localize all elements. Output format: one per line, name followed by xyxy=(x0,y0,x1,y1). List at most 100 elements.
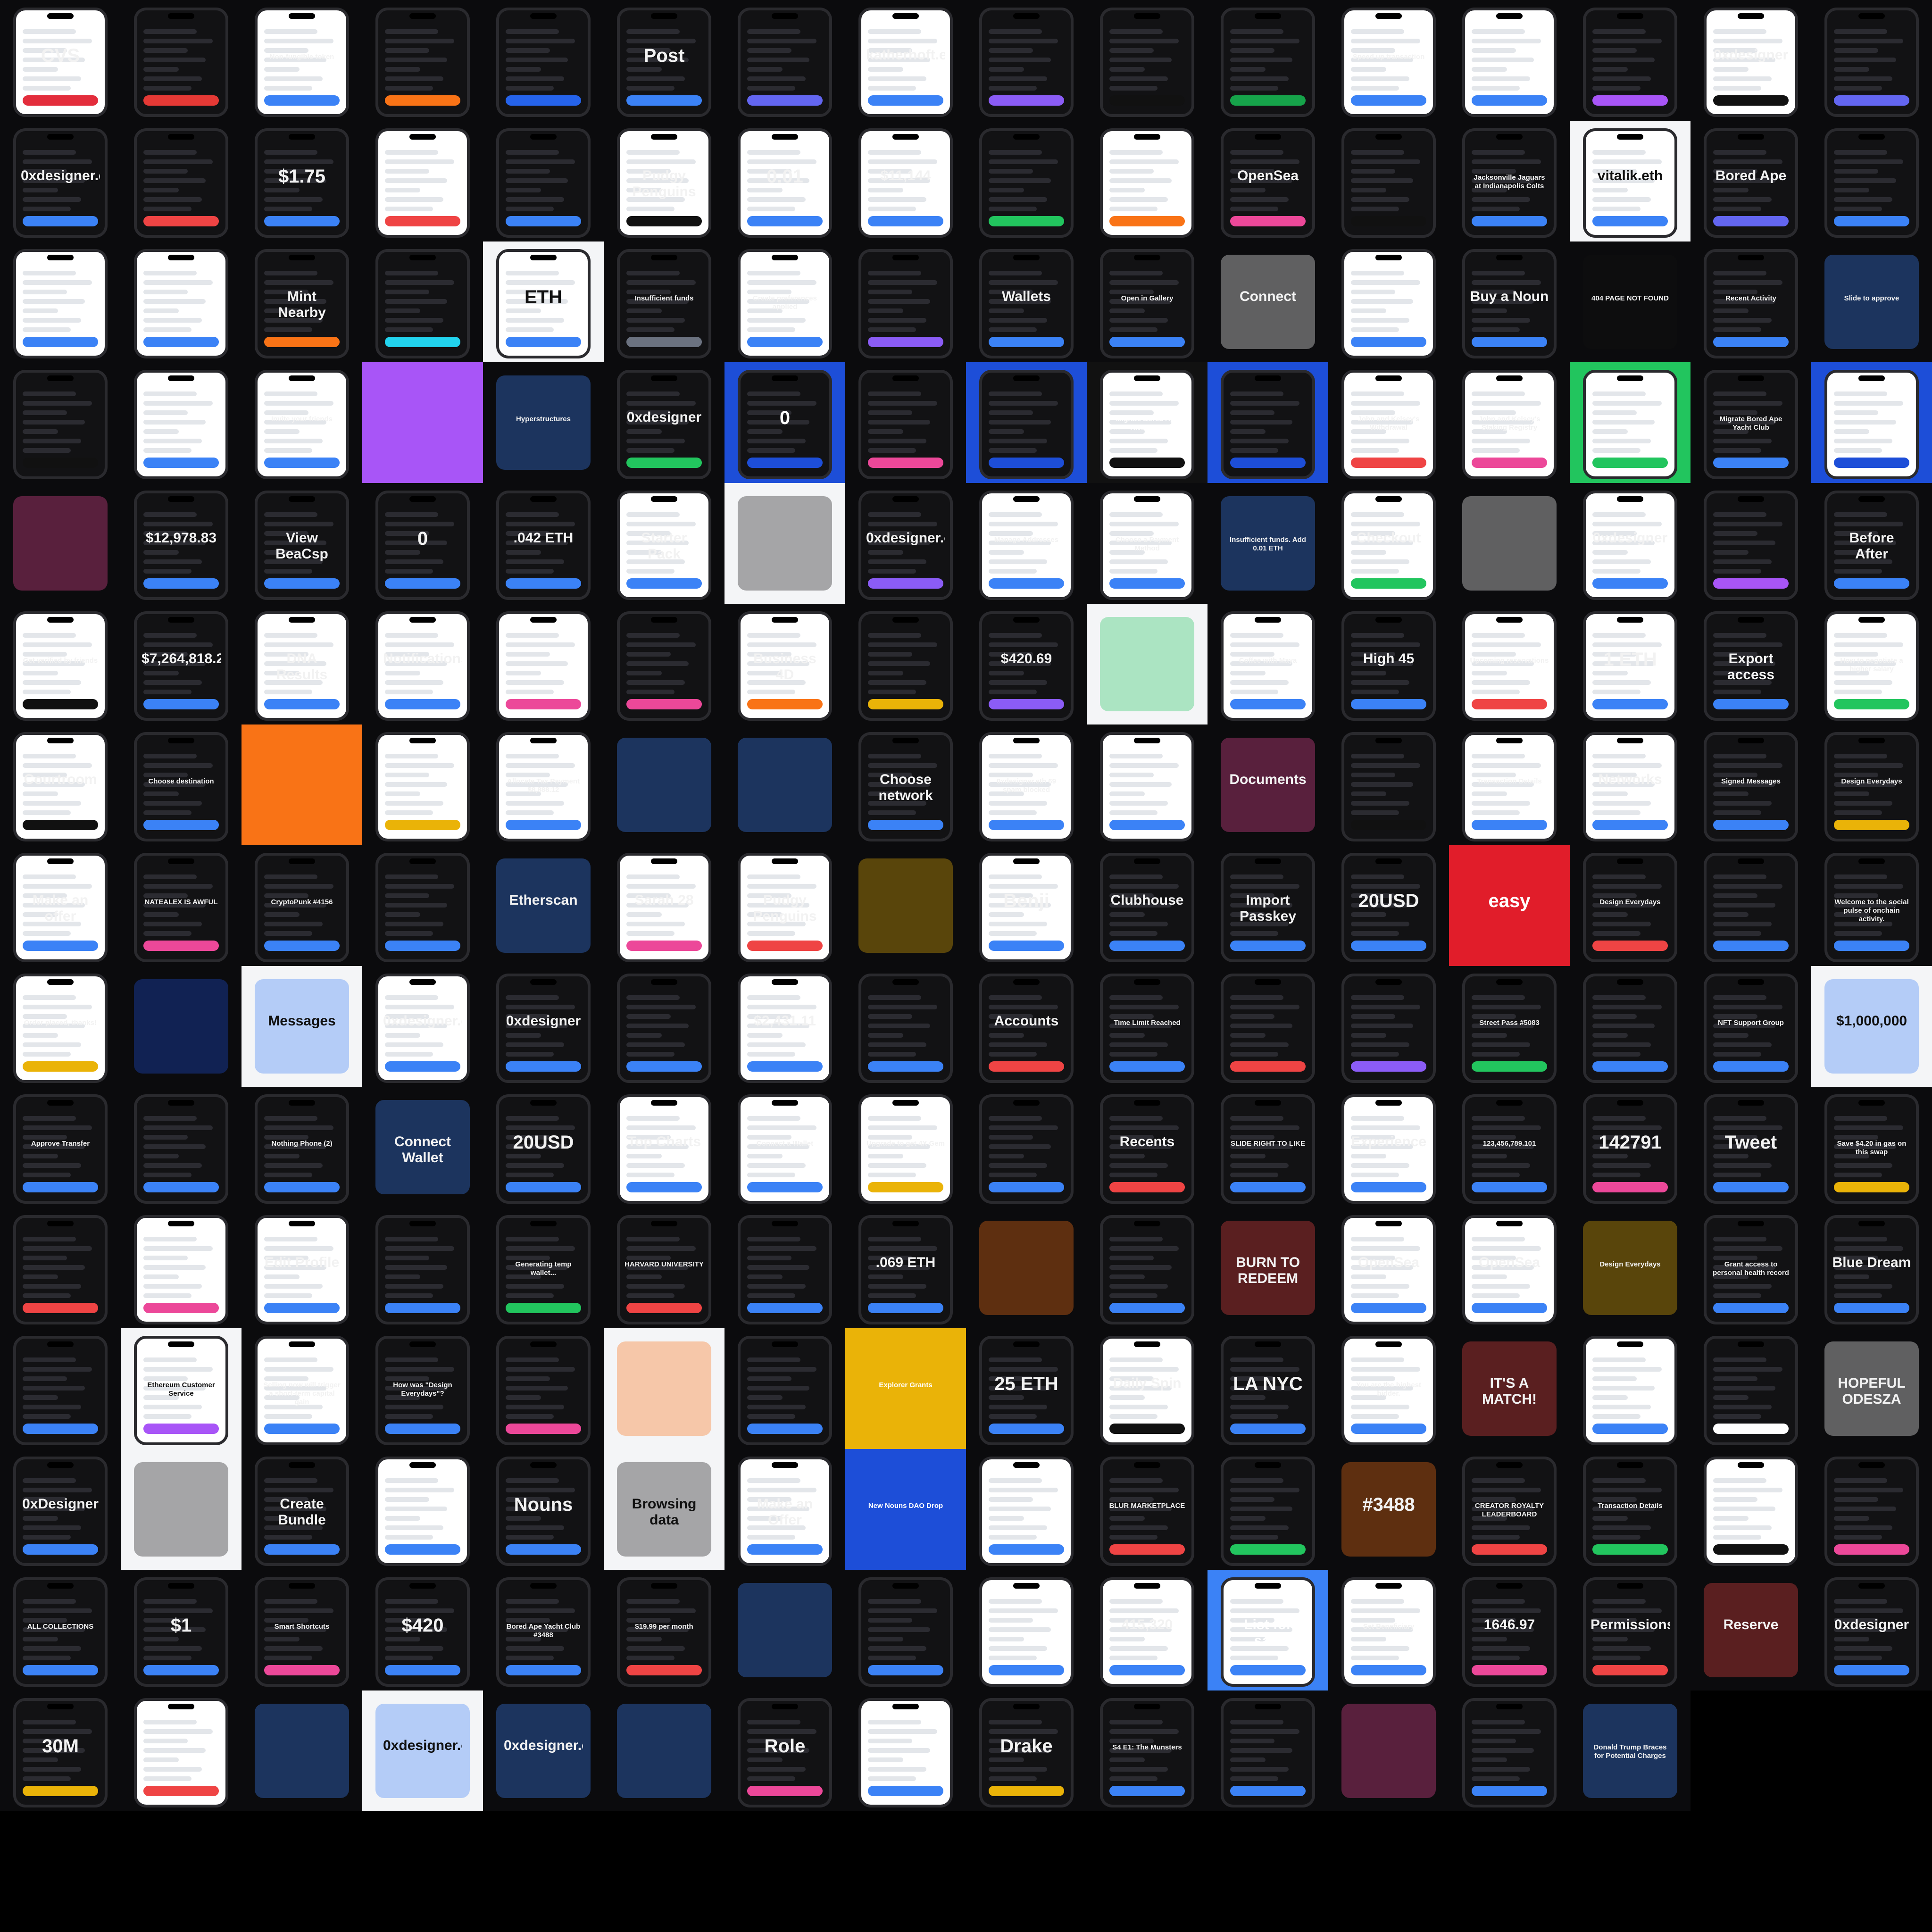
primary-action-button[interactable] xyxy=(989,578,1064,589)
screenshot-thumbnail[interactable]: ALL COLLECTIONS xyxy=(0,1570,121,1690)
screenshot-thumbnail[interactable]: CREATOR ROYALTY LEADERBOARD xyxy=(1449,1449,1570,1570)
screenshot-thumbnail[interactable]: Speed up transaction xyxy=(1328,0,1449,121)
primary-action-button[interactable] xyxy=(1472,1665,1547,1675)
screenshot-thumbnail[interactable] xyxy=(845,1570,966,1690)
screenshot-thumbnail[interactable] xyxy=(724,483,845,604)
screenshot-thumbnail[interactable]: easy xyxy=(1449,845,1570,966)
screenshot-thumbnail[interactable]: 0xDesigner xyxy=(0,1449,121,1570)
primary-action-button[interactable] xyxy=(1109,95,1185,106)
screenshot-thumbnail[interactable] xyxy=(966,1449,1087,1570)
screenshot-thumbnail[interactable]: $1,000,000 xyxy=(1811,966,1932,1087)
primary-action-button[interactable] xyxy=(1592,1665,1668,1675)
primary-action-button[interactable] xyxy=(626,337,702,347)
primary-action-button[interactable] xyxy=(1351,458,1426,468)
screenshot-thumbnail[interactable] xyxy=(1449,1690,1570,1811)
screenshot-thumbnail[interactable]: Ethereum Customer Service xyxy=(121,1328,242,1449)
primary-action-button[interactable] xyxy=(506,1544,581,1555)
screenshot-thumbnail[interactable]: Upgrade to get 4X Gem xyxy=(845,1087,966,1208)
screenshot-thumbnail[interactable]: Business 4D xyxy=(724,604,845,724)
screenshot-thumbnail[interactable]: You are the highest bidder. xyxy=(1328,1328,1449,1449)
screenshot-thumbnail[interactable] xyxy=(1449,483,1570,604)
primary-action-button[interactable] xyxy=(1834,941,1909,951)
screenshot-thumbnail[interactable]: Sarah 28 xyxy=(604,845,724,966)
screenshot-thumbnail[interactable] xyxy=(121,1690,242,1811)
primary-action-button[interactable] xyxy=(1472,1061,1547,1072)
screenshot-thumbnail[interactable]: Before After xyxy=(1811,483,1932,604)
primary-action-button[interactable] xyxy=(385,216,460,226)
screenshot-thumbnail[interactable]: S4 E1: The Munsters xyxy=(1087,1690,1208,1811)
primary-action-button[interactable] xyxy=(385,1061,460,1072)
primary-action-button[interactable] xyxy=(1230,95,1306,106)
screenshot-thumbnail[interactable]: Reserve xyxy=(1690,1570,1811,1690)
primary-action-button[interactable] xyxy=(1592,1061,1668,1072)
screenshot-thumbnail[interactable]: Make an offer xyxy=(0,845,121,966)
screenshot-thumbnail[interactable]: 20USD xyxy=(483,1087,604,1208)
screenshot-thumbnail[interactable] xyxy=(966,1570,1087,1690)
primary-action-button[interactable] xyxy=(1834,1544,1909,1555)
screenshot-thumbnail[interactable]: Hyperstructures xyxy=(483,362,604,483)
screenshot-thumbnail[interactable]: How was "Design Everydays"? xyxy=(362,1328,483,1449)
screenshot-thumbnail[interactable]: Signed Messages xyxy=(1690,724,1811,845)
screenshot-thumbnail[interactable]: Drake xyxy=(966,1690,1087,1811)
screenshot-thumbnail[interactable]: Nouns xyxy=(483,1449,604,1570)
screenshot-thumbnail[interactable]: katherhoft.eth xyxy=(845,0,966,121)
screenshot-thumbnail[interactable]: Manage Addresses xyxy=(966,483,1087,604)
primary-action-button[interactable] xyxy=(506,1303,581,1313)
screenshot-thumbnail[interactable]: ETH xyxy=(483,242,604,362)
primary-action-button[interactable] xyxy=(23,1424,98,1434)
primary-action-button[interactable] xyxy=(1713,699,1789,709)
primary-action-button[interactable] xyxy=(1834,1182,1909,1192)
primary-action-button[interactable] xyxy=(1230,1786,1306,1796)
screenshot-thumbnail[interactable]: List for sale xyxy=(1208,1570,1328,1690)
screenshot-thumbnail[interactable]: $1 xyxy=(121,1570,242,1690)
screenshot-thumbnail[interactable]: 0.01 xyxy=(724,121,845,242)
primary-action-button[interactable] xyxy=(143,1303,219,1313)
screenshot-thumbnail[interactable]: 0xdesigner xyxy=(483,966,604,1087)
screenshot-thumbnail[interactable]: Smart Shortcuts xyxy=(242,1570,362,1690)
screenshot-thumbnail[interactable] xyxy=(1328,121,1449,242)
primary-action-button[interactable] xyxy=(747,1182,823,1192)
primary-action-button[interactable] xyxy=(506,820,581,830)
primary-action-button[interactable] xyxy=(868,458,943,468)
primary-action-button[interactable] xyxy=(868,578,943,589)
primary-action-button[interactable] xyxy=(989,820,1064,830)
screenshot-thumbnail[interactable]: OpenSea xyxy=(1449,1208,1570,1328)
primary-action-button[interactable] xyxy=(747,941,823,951)
screenshot-thumbnail[interactable] xyxy=(604,966,724,1087)
screenshot-thumbnail[interactable]: 142791 xyxy=(1570,1087,1690,1208)
screenshot-thumbnail[interactable] xyxy=(845,966,966,1087)
screenshot-thumbnail[interactable]: Selling now will trigger a short-term ca… xyxy=(242,1328,362,1449)
screenshot-thumbnail[interactable] xyxy=(483,121,604,242)
primary-action-button[interactable] xyxy=(385,1424,460,1434)
primary-action-button[interactable] xyxy=(1592,699,1668,709)
screenshot-thumbnail[interactable]: $12,978.83 xyxy=(121,483,242,604)
screenshot-thumbnail[interactable]: Blue Dream xyxy=(1811,1208,1932,1328)
primary-action-button[interactable] xyxy=(1351,1303,1426,1313)
primary-action-button[interactable] xyxy=(143,699,219,709)
screenshot-thumbnail[interactable]: Design Everydays xyxy=(1570,1208,1690,1328)
primary-action-button[interactable] xyxy=(385,1665,460,1675)
screenshot-thumbnail[interactable]: Networks xyxy=(1570,724,1690,845)
screenshot-thumbnail[interactable] xyxy=(724,1570,845,1690)
primary-action-button[interactable] xyxy=(1592,1182,1668,1192)
screenshot-thumbnail[interactable]: LA NYC xyxy=(1208,1328,1328,1449)
screenshot-thumbnail[interactable]: vitalik.eth xyxy=(1570,121,1690,242)
primary-action-button[interactable] xyxy=(1109,1665,1185,1675)
screenshot-thumbnail[interactable] xyxy=(724,1208,845,1328)
primary-action-button[interactable] xyxy=(1834,216,1909,226)
primary-action-button[interactable] xyxy=(1472,337,1547,347)
screenshot-thumbnail[interactable]: Mint Nearby xyxy=(242,242,362,362)
screenshot-thumbnail[interactable]: NFT Support Group xyxy=(1690,966,1811,1087)
screenshot-thumbnail[interactable]: Invite your friends xyxy=(242,362,362,483)
screenshot-thumbnail[interactable]: Get verified by friends xyxy=(0,604,121,724)
screenshot-thumbnail[interactable]: Choose destination xyxy=(121,724,242,845)
primary-action-button[interactable] xyxy=(23,1786,98,1796)
screenshot-thumbnail[interactable]: Create preferences applied xyxy=(724,242,845,362)
primary-action-button[interactable] xyxy=(1713,216,1789,226)
screenshot-thumbnail[interactable]: 0xdesigner xyxy=(604,362,724,483)
screenshot-thumbnail[interactable]: OpenSea xyxy=(1208,121,1328,242)
screenshot-thumbnail[interactable]: Wallets xyxy=(966,242,1087,362)
primary-action-button[interactable] xyxy=(506,1182,581,1192)
primary-action-button[interactable] xyxy=(1351,216,1426,226)
primary-action-button[interactable] xyxy=(264,578,340,589)
